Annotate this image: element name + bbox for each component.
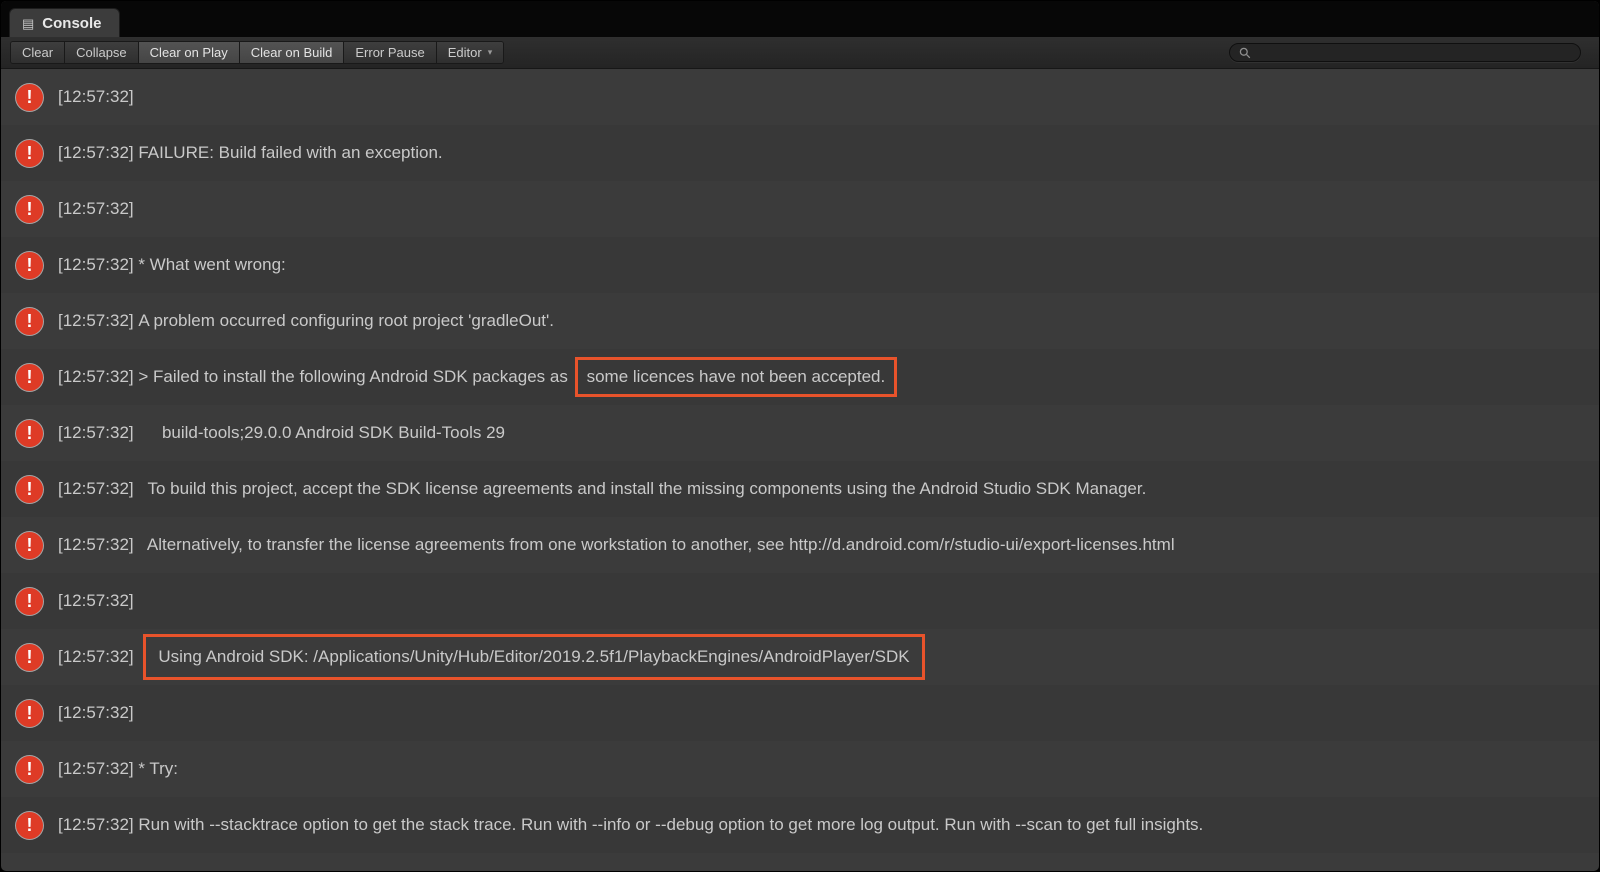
tab-console[interactable]: ▤ Console — [9, 8, 120, 37]
log-timestamp: [12:57:32] — [58, 591, 138, 611]
log-row[interactable]: ! [12:57:32] Using Android SDK: /Applicat… — [1, 629, 1599, 685]
clear-on-build-button[interactable]: Clear on Build — [240, 42, 345, 63]
log-timestamp: [12:57:32] — [58, 535, 138, 555]
log-message: [12:57:32] > Failed to install the follo… — [58, 357, 897, 397]
log-message: [12:57:32] * Try: — [58, 759, 178, 779]
tab-label: Console — [42, 15, 101, 32]
log-message: [12:57:32] — [58, 703, 138, 723]
search-input[interactable] — [1256, 46, 1571, 60]
log-message: [12:57:32] Using Android SDK: /Applicati… — [58, 634, 925, 680]
log-text: * Try: — [138, 759, 178, 779]
error-icon: ! — [16, 700, 43, 727]
error-icon: ! — [16, 308, 43, 335]
log-row[interactable]: ! [12:57:32] FAILURE: Build failed with a… — [1, 125, 1599, 181]
search-field[interactable] — [1229, 43, 1581, 62]
log-message: [12:57:32] build-tools;29.0.0 Android SD… — [58, 423, 505, 443]
highlight-box: Using Android SDK: /Applications/Unity/H… — [143, 634, 924, 680]
error-icon: ! — [16, 196, 43, 223]
log-row[interactable]: ! [12:57:32] — [1, 573, 1599, 629]
log-timestamp: [12:57:32] — [58, 479, 138, 499]
chevron-down-icon: ▾ — [488, 48, 493, 57]
error-icon: ! — [16, 644, 43, 671]
log-message: [12:57:32] To build this project, accept… — [58, 479, 1146, 499]
log-timestamp: [12:57:32] — [58, 703, 138, 723]
log-row[interactable]: ! [12:57:32] * What went wrong: — [1, 237, 1599, 293]
log-row[interactable]: ! [12:57:32] — [1, 69, 1599, 125]
error-icon: ! — [16, 476, 43, 503]
error-icon: ! — [16, 252, 43, 279]
error-icon: ! — [16, 588, 43, 615]
log-message: [12:57:32] Run with --stacktrace option … — [58, 815, 1203, 835]
log-row[interactable]: ! [12:57:32] * Try: — [1, 741, 1599, 797]
log-row[interactable]: ! [12:57:32] > Failed to install the foll… — [1, 349, 1599, 405]
log-text: Run with --stacktrace option to get the … — [138, 815, 1203, 835]
log-message: [12:57:32] Alternatively, to transfer th… — [58, 535, 1175, 555]
error-icon: ! — [16, 140, 43, 167]
log-row[interactable]: ! [12:57:32] build-tools;29.0.0 Android S… — [1, 405, 1599, 461]
log-timestamp: [12:57:32] — [58, 367, 138, 387]
error-icon: ! — [16, 364, 43, 391]
clear-button[interactable]: Clear — [11, 42, 65, 63]
log-message: [12:57:32] A problem occurred configurin… — [58, 311, 554, 331]
error-icon: ! — [16, 532, 43, 559]
console-window: ▤ Console Clear Collapse Clear on Play C… — [0, 0, 1600, 872]
log-timestamp: [12:57:32] — [58, 815, 138, 835]
editor-dropdown-label: Editor — [448, 45, 482, 60]
log-row[interactable]: ! [12:57:32] Alternatively, to transfer t… — [1, 517, 1599, 573]
titlebar: ▤ Console — [1, 1, 1599, 37]
log-message: [12:57:32] FAILURE: Build failed with an… — [58, 143, 443, 163]
log-timestamp: [12:57:32] — [58, 423, 138, 443]
log-text: To build this project, accept the SDK li… — [138, 479, 1146, 499]
log-timestamp: [12:57:32] — [58, 647, 138, 667]
log-text: * What went wrong: — [138, 255, 285, 275]
log-timestamp: [12:57:32] — [58, 759, 138, 779]
clear-on-play-button[interactable]: Clear on Play — [139, 42, 240, 63]
log-timestamp: [12:57:32] — [58, 87, 138, 107]
log-row[interactable]: ! [12:57:32] To build this project, accep… — [1, 461, 1599, 517]
log-message: [12:57:32] — [58, 87, 138, 107]
error-icon: ! — [16, 756, 43, 783]
error-icon: ! — [16, 420, 43, 447]
log-text: Alternatively, to transfer the license a… — [138, 535, 1174, 555]
log-timestamp: [12:57:32] — [58, 311, 138, 331]
log-text: build-tools;29.0.0 Android SDK Build-Too… — [138, 423, 505, 443]
log-row[interactable]: ! [12:57:32] A problem occurred configuri… — [1, 293, 1599, 349]
log-list: ! [12:57:32] ! [12:57:32] FAILURE: Build f… — [1, 69, 1599, 871]
log-timestamp: [12:57:32] — [58, 255, 138, 275]
log-text: > Failed to install the following Androi… — [138, 367, 572, 387]
search-icon — [1239, 47, 1251, 59]
log-message: [12:57:32] — [58, 591, 138, 611]
log-text: FAILURE: Build failed with an exception. — [138, 143, 442, 163]
log-row[interactable]: ! [12:57:32] — [1, 685, 1599, 741]
console-icon: ▤ — [22, 17, 34, 30]
collapse-button[interactable]: Collapse — [65, 42, 139, 63]
error-icon: ! — [16, 812, 43, 839]
log-text: A problem occurred configuring root proj… — [138, 311, 554, 331]
error-pause-button[interactable]: Error Pause — [344, 42, 436, 63]
log-timestamp: [12:57:32] — [58, 199, 138, 219]
error-icon: ! — [16, 84, 43, 111]
log-timestamp: [12:57:32] — [58, 143, 138, 163]
log-row[interactable]: ! [12:57:32] — [1, 181, 1599, 237]
toolbar-button-group: Clear Collapse Clear on Play Clear on Bu… — [10, 41, 504, 64]
log-row[interactable]: ! [12:57:32] Run with --stacktrace option… — [1, 797, 1599, 853]
log-message: [12:57:32] * What went wrong: — [58, 255, 286, 275]
editor-dropdown-button[interactable]: Editor ▾ — [437, 42, 504, 63]
log-message: [12:57:32] — [58, 199, 138, 219]
toolbar: Clear Collapse Clear on Play Clear on Bu… — [1, 37, 1599, 69]
highlight-box: some licences have not been accepted. — [575, 357, 898, 397]
